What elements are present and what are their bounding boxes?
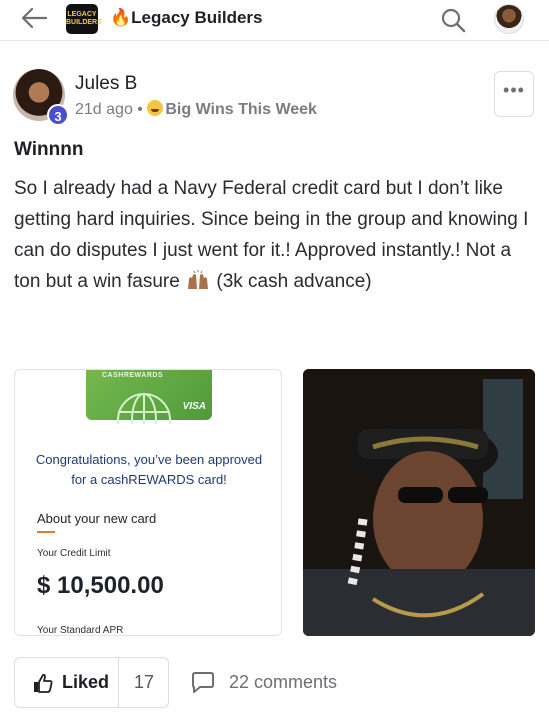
post-body-text-end: (3k cash advance) bbox=[211, 271, 372, 292]
comment-bubble-icon bbox=[192, 672, 214, 693]
celebration-photo-image[interactable] bbox=[303, 369, 535, 636]
group-logo[interactable]: LEGACY BUILDERS bbox=[66, 4, 102, 34]
apr-label: Your Standard APR bbox=[37, 625, 124, 636]
post-title: Winnnn bbox=[14, 139, 84, 160]
congrats-line-2: for a cashREWARDS card! bbox=[71, 472, 227, 487]
back-arrow-icon[interactable] bbox=[20, 6, 48, 30]
post-body: So I already had a Navy Federal credit c… bbox=[14, 173, 536, 297]
fire-emoji-icon: 🔥 bbox=[110, 8, 132, 27]
header-divider bbox=[0, 40, 549, 41]
top-bar: LEGACY BUILDERS 🔥Legacy Builders bbox=[0, 0, 549, 40]
author-name[interactable]: Jules B bbox=[75, 73, 137, 95]
meta-separator: • bbox=[137, 101, 143, 118]
post-category[interactable]: Big Wins This Week bbox=[165, 101, 317, 118]
credit-card-image: CASHREWARDS VISA bbox=[86, 370, 212, 424]
search-icon[interactable] bbox=[440, 7, 466, 33]
card-brand-label: CASHREWARDS bbox=[102, 372, 164, 379]
post-meta: 21d ago • Big Wins This Week bbox=[75, 100, 317, 119]
raising-hands-emoji-icon bbox=[188, 270, 209, 289]
group-title-text: Legacy Builders bbox=[131, 8, 263, 27]
like-count[interactable]: 17 bbox=[119, 672, 169, 693]
about-card-heading: About your new card bbox=[37, 511, 157, 526]
more-options-button[interactable]: ••• bbox=[494, 71, 534, 117]
comments-label: 22 comments bbox=[229, 672, 338, 692]
globe-icon bbox=[117, 393, 171, 424]
photo-illustration bbox=[303, 369, 535, 636]
credit-limit-value: $ 10,500.00 bbox=[37, 572, 164, 599]
congrats-line-1: Congratulations, you’ve been approved bbox=[35, 452, 263, 467]
level-badge: 3 bbox=[47, 104, 69, 126]
like-label: Liked bbox=[62, 672, 110, 692]
smiling-face-emoji-icon bbox=[147, 100, 164, 116]
credit-limit-label: Your Credit Limit bbox=[37, 548, 111, 559]
like-button[interactable]: Liked bbox=[15, 658, 119, 707]
thumbs-up-icon bbox=[34, 673, 53, 693]
user-avatar[interactable] bbox=[494, 4, 524, 34]
congrats-message: Congratulations, you’ve been approved fo… bbox=[15, 450, 281, 490]
post-time: 21d ago bbox=[75, 101, 133, 118]
approval-screenshot-image[interactable]: CASHREWARDS VISA Congratulations, you’ve… bbox=[14, 369, 282, 636]
group-title[interactable]: 🔥Legacy Builders bbox=[110, 8, 263, 28]
like-group: Liked 17 bbox=[14, 657, 169, 708]
card-network-label: VISA bbox=[182, 401, 206, 412]
about-underline bbox=[37, 531, 55, 533]
